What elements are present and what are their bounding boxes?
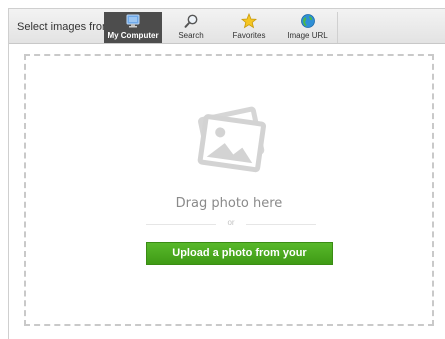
tab-favorites[interactable]: Favorites xyxy=(220,12,278,43)
divider-line xyxy=(246,224,316,225)
upload-photo-button[interactable]: Upload a photo from your computer xyxy=(146,242,333,280)
drop-zone[interactable]: Drag photo here or Upload a photo from y… xyxy=(24,54,434,326)
or-divider: or xyxy=(146,218,316,230)
tab-label: My Computer xyxy=(107,31,159,40)
tab-image-url[interactable]: Image URL xyxy=(278,12,338,43)
drag-photo-text: Drag photo here xyxy=(175,196,283,211)
or-text: or xyxy=(227,218,235,227)
tab-label: Favorites xyxy=(232,31,266,40)
select-images-label: Select images from: xyxy=(17,21,115,33)
tab-search[interactable]: Search xyxy=(162,12,220,43)
image-picker-panel: Select images from: My Computer Search F… xyxy=(8,8,445,339)
source-toolbar: Select images from: My Computer Search F… xyxy=(9,9,445,44)
tab-my-computer[interactable]: My Computer xyxy=(104,12,162,43)
photo-placeholder-icon xyxy=(189,104,273,181)
star-icon xyxy=(240,12,258,31)
magnifier-icon xyxy=(183,13,199,31)
monitor-icon xyxy=(125,13,141,31)
globe-icon xyxy=(300,13,316,31)
tab-label: Search xyxy=(178,31,204,40)
tab-label: Image URL xyxy=(287,31,328,40)
